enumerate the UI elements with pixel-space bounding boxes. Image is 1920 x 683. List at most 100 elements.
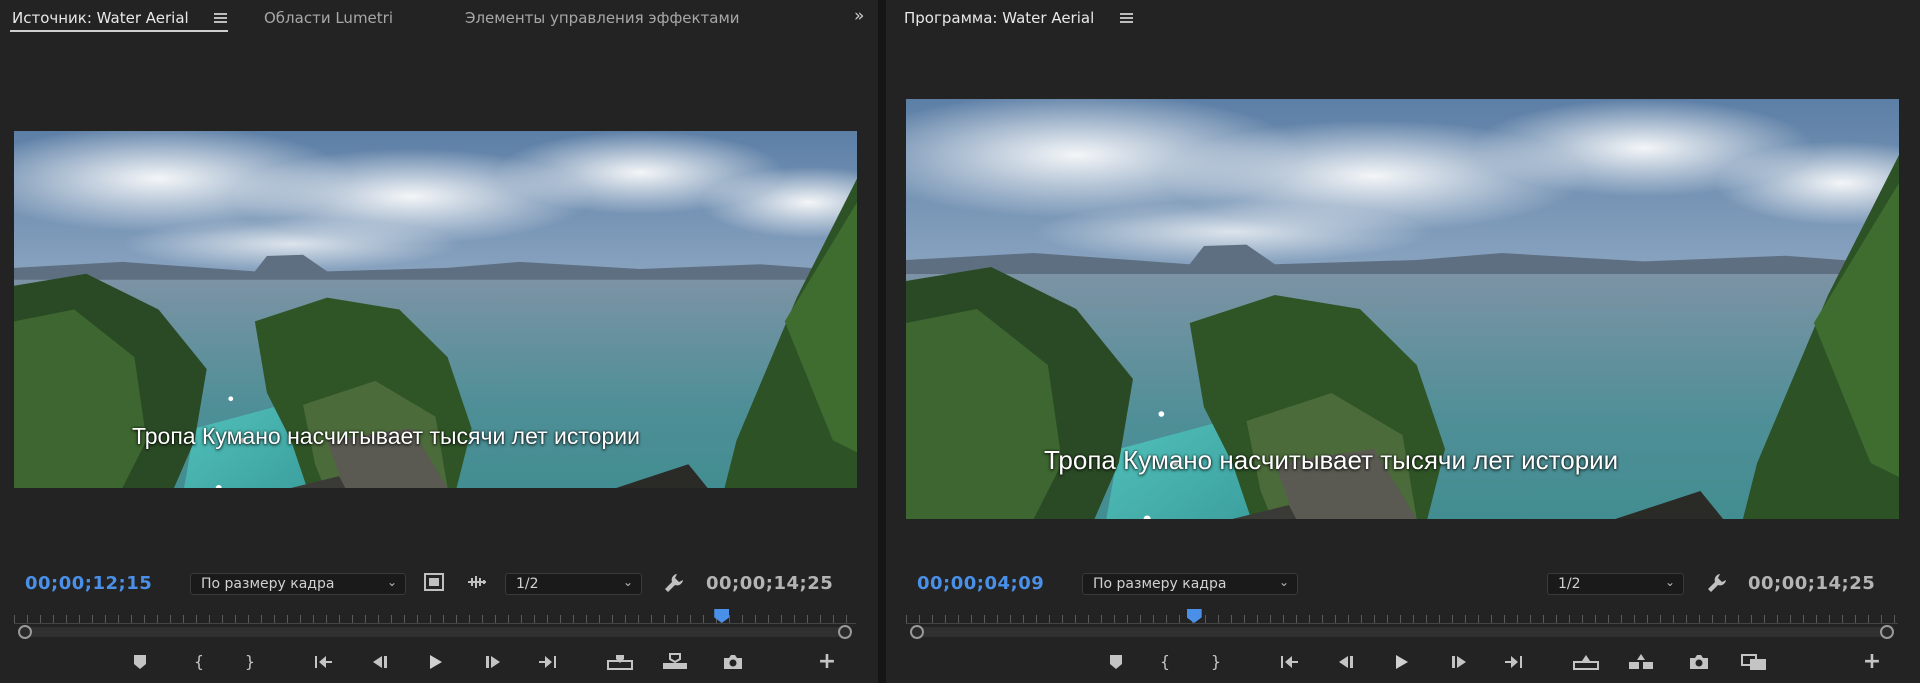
mark-in-button[interactable]: { <box>1152 650 1178 674</box>
chevron-down-icon: ⌄ <box>622 575 633 589</box>
chevron-down-icon: ⌄ <box>386 575 397 589</box>
go-to-in-icon <box>1281 656 1298 668</box>
play-icon <box>430 655 442 669</box>
program-zoom-dropdown[interactable]: По размеру кадра ⌄ <box>1082 573 1298 595</box>
go-to-out-button[interactable] <box>1501 650 1527 674</box>
export-frame-button[interactable] <box>720 650 746 674</box>
source-tabbar: Источник: Water Aerial Области Lumetri Э… <box>0 0 878 36</box>
zoom-handle-right[interactable] <box>838 625 852 639</box>
go-to-out-icon <box>1505 656 1522 668</box>
program-duration-timecode: 00;00;14;25 <box>1748 573 1876 594</box>
ruler-baseline <box>906 623 1898 624</box>
panel-menu-icon[interactable] <box>1120 13 1133 24</box>
add-marker-button[interactable] <box>1103 650 1129 674</box>
export-frame-icon <box>724 655 742 669</box>
program-video-frame[interactable]: Тропа Кумано насчитывает тысячи лет исто… <box>906 99 1899 519</box>
source-current-timecode[interactable]: 00;00;12;15 <box>25 573 152 594</box>
overwrite-button[interactable] <box>659 650 691 674</box>
program-transport-controls: { } + <box>886 650 1920 674</box>
mark-out-icon: } <box>1210 652 1222 671</box>
mark-in-icon: { <box>193 652 205 671</box>
safe-margins-icon[interactable] <box>424 573 444 595</box>
program-monitor-panel: Программа: Water Aerial Тропа Кумано нас… <box>886 0 1920 683</box>
zoom-handle-left[interactable] <box>910 625 924 639</box>
extract-button[interactable] <box>1625 650 1657 674</box>
program-resolution-dropdown[interactable]: 1/2 ⌄ <box>1547 573 1684 595</box>
panel-divider[interactable] <box>878 0 886 683</box>
extract-icon <box>1629 654 1653 669</box>
step-forward-button[interactable] <box>1446 650 1472 674</box>
lift-icon <box>1573 655 1599 670</box>
source-resolution-value: 1/2 <box>516 576 539 592</box>
program-time-ruler[interactable] <box>906 609 1898 627</box>
zoom-handle-right[interactable] <box>1880 625 1894 639</box>
source-caption: Тропа Кумано насчитывает тысячи лет исто… <box>132 423 640 449</box>
panel-overflow-icon[interactable]: » <box>854 6 864 26</box>
source-transport-controls: { } + <box>0 650 878 674</box>
program-caption: Тропа Кумано насчитывает тысячи лет исто… <box>1044 445 1619 475</box>
chevron-down-icon: ⌄ <box>1664 575 1675 589</box>
go-to-in-button[interactable] <box>1276 650 1302 674</box>
audio-waveform-icon[interactable] <box>466 574 488 594</box>
insert-button[interactable] <box>604 650 636 674</box>
ruler-ticks <box>906 615 1898 623</box>
insert-icon <box>607 655 633 670</box>
step-forward-icon <box>486 656 500 668</box>
source-zoom-scrollbar[interactable] <box>18 625 852 639</box>
source-zoom-value: По размеру кадра <box>201 576 335 592</box>
lift-button[interactable] <box>1570 650 1602 674</box>
settings-wrench-icon[interactable] <box>1706 572 1728 598</box>
zoom-handle-left[interactable] <box>18 625 32 639</box>
source-video-frame[interactable]: Тропа Кумано насчитывает тысячи лет исто… <box>14 131 857 488</box>
program-zoom-scrollbar[interactable] <box>910 625 1894 639</box>
active-tab-underline <box>10 30 228 32</box>
step-back-button[interactable] <box>367 650 393 674</box>
add-marker-icon <box>1110 655 1122 669</box>
step-forward-icon <box>1452 656 1466 668</box>
tab-effect-controls[interactable]: Элементы управления эффектами <box>465 9 740 27</box>
mark-out-icon: } <box>244 652 256 671</box>
add-marker-button[interactable] <box>127 650 153 674</box>
settings-wrench-icon[interactable] <box>663 572 685 598</box>
play-button[interactable] <box>422 650 448 674</box>
mark-in-icon: { <box>1159 652 1171 671</box>
button-editor-button[interactable]: + <box>1859 650 1885 674</box>
mark-out-button[interactable]: } <box>1203 650 1229 674</box>
mark-out-button[interactable]: } <box>237 650 263 674</box>
go-to-out-icon <box>539 656 556 668</box>
comparison-view-icon <box>1741 654 1766 670</box>
tab-lumetri-scopes[interactable]: Области Lumetri <box>264 9 393 27</box>
step-back-icon <box>1339 656 1353 668</box>
mark-in-button[interactable]: { <box>186 650 212 674</box>
play-button[interactable] <box>1388 650 1414 674</box>
export-frame-button[interactable] <box>1686 650 1712 674</box>
panel-menu-icon[interactable] <box>214 13 227 24</box>
button-editor-icon: + <box>817 649 837 674</box>
comparison-view-button[interactable] <box>1738 650 1770 674</box>
go-to-in-icon <box>315 656 332 668</box>
export-frame-icon <box>1690 655 1708 669</box>
tab-program[interactable]: Программа: Water Aerial <box>904 9 1094 27</box>
ruler-ticks <box>14 615 856 623</box>
overwrite-icon <box>663 653 687 669</box>
step-back-button[interactable] <box>1333 650 1359 674</box>
button-editor-button[interactable]: + <box>814 650 840 674</box>
play-icon <box>1396 655 1408 669</box>
source-duration-timecode: 00;00;14;25 <box>706 573 834 594</box>
button-editor-icon: + <box>1862 649 1882 674</box>
program-zoom-value: По размеру кадра <box>1093 576 1227 592</box>
source-time-ruler[interactable] <box>14 609 856 627</box>
go-to-in-button[interactable] <box>310 650 336 674</box>
source-zoom-dropdown[interactable]: По размеру кадра ⌄ <box>190 573 406 595</box>
tab-source[interactable]: Источник: Water Aerial <box>12 9 189 27</box>
ruler-baseline <box>14 623 856 624</box>
add-marker-icon <box>134 655 146 669</box>
step-back-icon <box>373 656 387 668</box>
chevron-down-icon: ⌄ <box>1278 575 1289 589</box>
source-monitor-panel: Источник: Water Aerial Области Lumetri Э… <box>0 0 878 683</box>
source-resolution-dropdown[interactable]: 1/2 ⌄ <box>505 573 642 595</box>
program-current-timecode[interactable]: 00;00;04;09 <box>917 573 1044 594</box>
step-forward-button[interactable] <box>480 650 506 674</box>
program-resolution-value: 1/2 <box>1558 576 1581 592</box>
go-to-out-button[interactable] <box>535 650 561 674</box>
